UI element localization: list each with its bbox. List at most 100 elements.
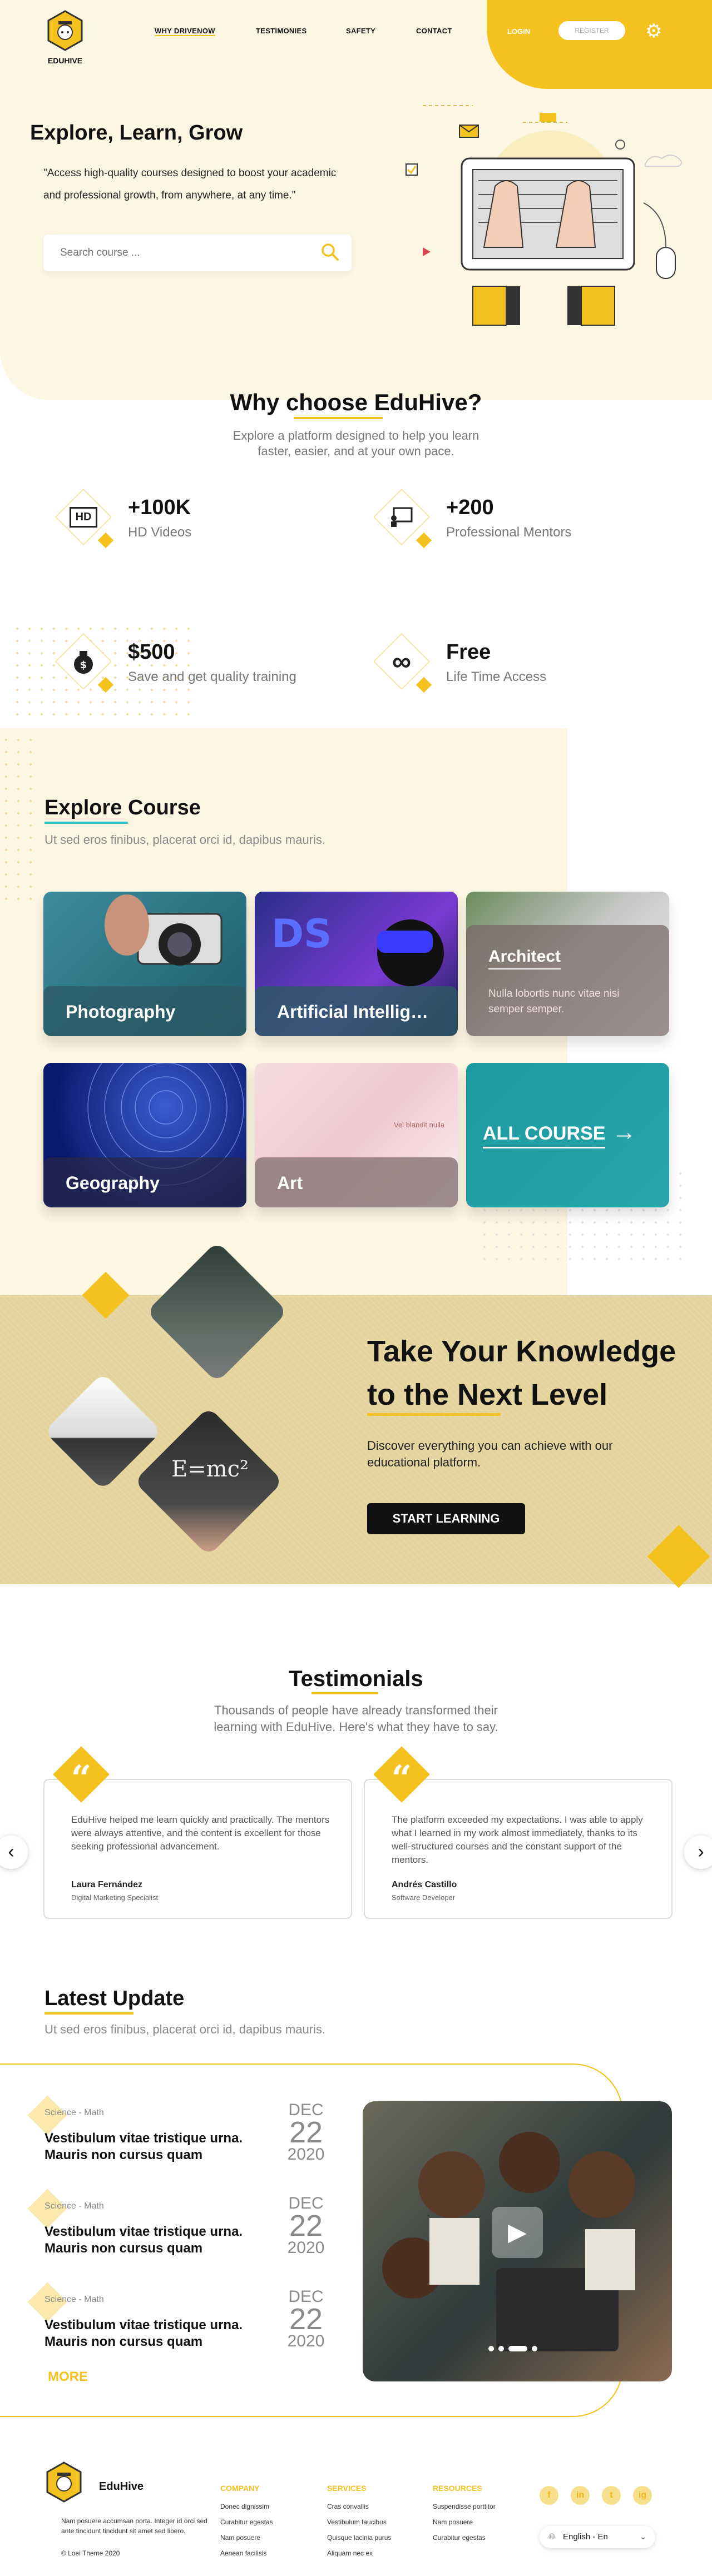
- why-title: Why choose EduHive?: [230, 389, 482, 415]
- footer-link[interactable]: Aliquam nec ex: [327, 2549, 391, 2557]
- chevron-left-icon: ‹: [8, 1841, 14, 1862]
- testimonial-role: Digital Marketing Specialist: [71, 1893, 159, 1902]
- footer-col-services: SERVICES Cras convallis Vestibulum fauci…: [327, 2484, 391, 2565]
- testimonial-role: Software Developer: [392, 1893, 456, 1902]
- twitter-icon[interactable]: t: [602, 2486, 621, 2505]
- post-item[interactable]: Science - Math Vestibulum vitae tristiqu…: [27, 2282, 334, 2366]
- all-course-card[interactable]: ALL COURSE →: [466, 1063, 669, 1207]
- footer-link[interactable]: Vestibulum faucibus: [327, 2518, 391, 2526]
- quote-icon: “: [391, 1758, 412, 1799]
- login-link[interactable]: LOGIN: [507, 27, 530, 36]
- carousel-dots: [488, 2346, 537, 2351]
- why-subtitle: Explore a platform designed to help you …: [233, 429, 479, 458]
- footer-link[interactable]: Quisque lacinia purus: [327, 2534, 391, 2542]
- nav-testimonies[interactable]: TESTIMONIES: [256, 27, 306, 35]
- all-course-label: ALL COURSE: [483, 1123, 606, 1148]
- course-title: Artificial Intelligence: [255, 986, 458, 1036]
- testimonial-card: “ EduHive helped me learn quickly and pr…: [43, 1746, 352, 1919]
- nav-safety[interactable]: SAFETY: [346, 27, 375, 35]
- auth-panel: [487, 0, 712, 89]
- feature-free-access: ∞ Free Life Time Access: [373, 633, 630, 695]
- course-card-ai[interactable]: DS Artificial Intelligence: [255, 892, 458, 1036]
- feature-label: HD Videos: [128, 525, 192, 540]
- svg-text:DS: DS: [271, 911, 332, 957]
- chevron-down-icon: ⌄: [640, 2532, 647, 2542]
- money-bag-icon: $: [70, 648, 97, 675]
- footer-link[interactable]: Suspendisse porttitor: [433, 2503, 496, 2510]
- art-note: Vel blandit nulla: [394, 1121, 445, 1129]
- course-card-geography[interactable]: Geography: [43, 1063, 246, 1207]
- laptop-hands-illustration: [406, 105, 682, 326]
- explore-title: Explore Course: [44, 796, 201, 819]
- post-item[interactable]: Science - Math Vestibulum vitae tristiqu…: [27, 2095, 334, 2179]
- post-date: DEC 22 2020: [287, 2194, 325, 2257]
- search-bar: [43, 235, 352, 271]
- testimonial-text: The platform exceeded my expectations. I…: [392, 1814, 643, 1865]
- post-item[interactable]: Science - Math Vestibulum vitae tristiqu…: [27, 2189, 334, 2272]
- carousel-dot[interactable]: [532, 2346, 537, 2351]
- carousel-dot[interactable]: [498, 2346, 504, 2351]
- course-title: Geography: [43, 1157, 246, 1207]
- footer-about: Nam posuere accumsan porta. Integer id o…: [61, 2517, 207, 2535]
- more-link[interactable]: MORE: [48, 2369, 88, 2385]
- footer-link[interactable]: Aenean facilisis: [220, 2549, 273, 2557]
- post-tag: Science - Math: [44, 2295, 104, 2304]
- linkedin-icon[interactable]: in: [571, 2486, 590, 2505]
- feature-label: Save and get quality training: [128, 669, 296, 684]
- footer-link[interactable]: Donec dignissim: [220, 2503, 273, 2510]
- instagram-icon[interactable]: ig: [633, 2486, 652, 2505]
- start-learning-button[interactable]: START LEARNING: [367, 1503, 525, 1534]
- footer-logo[interactable]: [44, 2461, 83, 2505]
- footer-link[interactable]: Nam posuere: [220, 2534, 273, 2542]
- post-date: DEC 22 2020: [287, 2101, 325, 2164]
- next-arrow-button[interactable]: ›: [684, 1836, 712, 1869]
- language-label: English - En: [563, 2532, 608, 2542]
- emc2-text: E=mc²: [171, 1456, 249, 1482]
- video-player[interactable]: ▶: [363, 2101, 672, 2381]
- brand-logo[interactable]: EDUHIVE: [43, 10, 87, 71]
- prev-arrow-button[interactable]: ‹: [0, 1836, 28, 1869]
- nav-why[interactable]: WHY DRIVENOW: [155, 27, 215, 36]
- globe-icon: 🌐︎: [548, 2532, 556, 2542]
- settings-gear-icon[interactable]: ⚙: [645, 20, 662, 42]
- footer-col-company: COMPANY Donec dignissim Curabitur egesta…: [220, 2484, 273, 2565]
- testimonials-title: Testimonials: [289, 1667, 423, 1691]
- facebook-icon[interactable]: f: [540, 2486, 558, 2505]
- knowledge-subtitle: Discover everything you can achieve with…: [367, 1439, 613, 1469]
- footer-link[interactable]: Cras convallis: [327, 2503, 391, 2510]
- feature-hd-videos: HD +100K HD Videos: [55, 489, 312, 550]
- register-button[interactable]: REGISTER: [558, 21, 625, 40]
- infinity-icon: ∞: [392, 647, 412, 677]
- brand-name: EDUHIVE: [47, 56, 83, 65]
- bee-logo-icon: [46, 2461, 82, 2503]
- post-title: Vestibulum vitae tristique urna. Mauris …: [44, 2131, 243, 2162]
- carousel-dot[interactable]: [488, 2346, 494, 2351]
- search-input[interactable]: [60, 245, 305, 261]
- footer-col-title: SERVICES: [327, 2484, 367, 2493]
- language-select[interactable]: 🌐︎ English - En ⌄: [540, 2526, 655, 2548]
- course-description: Nulla lobortis nunc vitae nisi semper se…: [488, 988, 620, 1015]
- play-button[interactable]: ▶: [492, 2207, 543, 2258]
- bee-logo-icon: [47, 10, 83, 51]
- course-card-architect[interactable]: Architect Nulla lobortis nunc vitae nisi…: [466, 892, 669, 1036]
- feature-value: +200: [446, 496, 494, 519]
- course-card-photography[interactable]: Photography: [43, 892, 246, 1036]
- nav-contact[interactable]: CONTACT: [416, 27, 452, 35]
- architect-title-underline: [488, 968, 561, 969]
- hd-video-icon: HD: [69, 503, 98, 531]
- feature-value: Free: [446, 640, 491, 664]
- feature-mentors: +200 Professional Mentors: [373, 489, 630, 550]
- latest-title-underline: [44, 2012, 134, 2015]
- footer-link[interactable]: Curabitur egestas: [220, 2518, 273, 2526]
- feature-value: +100K: [128, 496, 191, 519]
- footer-link[interactable]: Curabitur egestas: [433, 2534, 496, 2542]
- footer-link[interactable]: Nam posuere: [433, 2518, 496, 2526]
- explore-dots-left: [0, 734, 33, 901]
- search-icon[interactable]: [320, 242, 339, 261]
- arrow-right-icon: →: [612, 1118, 636, 1146]
- mentor-board-icon: [388, 503, 416, 531]
- knowledge-title-underline: [367, 1413, 501, 1416]
- course-card-art[interactable]: Vel blandit nulla Art: [255, 1063, 458, 1207]
- carousel-dot-active[interactable]: [508, 2346, 527, 2351]
- testimonials-title-underline: [312, 1692, 378, 1694]
